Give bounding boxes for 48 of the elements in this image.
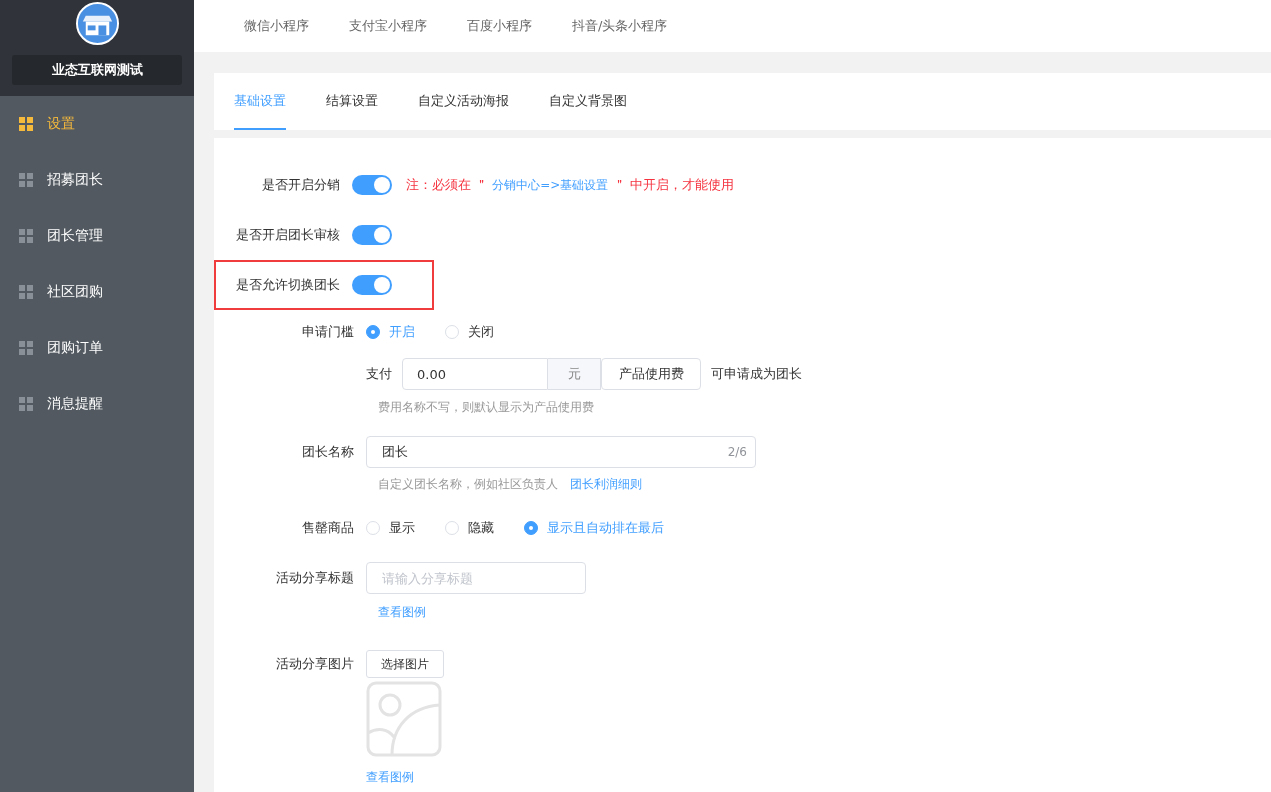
grid-icon xyxy=(19,341,33,355)
note-text: 注：必须在 ＂ 分销中心=>基础设置 ＂ 中开启，才能使用 xyxy=(406,176,734,194)
field-label: 是否允许切换团长 xyxy=(235,276,341,294)
toggle-switch[interactable] xyxy=(352,225,392,245)
pay-label: 支付 xyxy=(366,365,392,383)
settings-tab[interactable]: 自定义活动海报 xyxy=(418,73,509,130)
settings-tab[interactable]: 自定义背景图 xyxy=(549,73,627,130)
grid-icon xyxy=(19,117,33,131)
field-label: 活动分享图片 xyxy=(275,655,355,673)
sidebar-item[interactable]: 消息提醒 xyxy=(0,376,194,432)
sidebar-item[interactable]: 团长管理 xyxy=(0,208,194,264)
char-counter: 2/6 xyxy=(727,445,747,459)
radio-option[interactable]: 隐藏 xyxy=(445,519,494,537)
field-label: 售罄商品 xyxy=(301,519,355,537)
sidebar-item[interactable]: 设置 xyxy=(0,96,194,152)
field-label: 是否开启分销 xyxy=(261,176,341,194)
grid-icon xyxy=(19,229,33,243)
field-label: 是否开启团长审核 xyxy=(235,226,341,244)
share-title-field[interactable]: 请输入分享标题 xyxy=(366,562,586,594)
toggle-switch[interactable] xyxy=(352,175,392,195)
field-label: 申请门槛 xyxy=(301,323,355,341)
amount-field[interactable]: 0.00 xyxy=(402,358,548,390)
radio-option[interactable]: 关闭 xyxy=(445,323,494,341)
apply-text: 可申请成为团长 xyxy=(711,365,802,383)
grid-icon xyxy=(19,285,33,299)
store-logo-icon xyxy=(75,2,119,45)
hint-text: 自定义团长名称，例如社区负责人 xyxy=(378,476,558,493)
grid-icon xyxy=(19,397,33,411)
unit-addon: 元 xyxy=(548,358,601,390)
image-placeholder-icon xyxy=(366,681,442,757)
toggle-switch[interactable] xyxy=(352,275,392,295)
hint-text: 费用名称不写，则默认显示为产品使用费 xyxy=(378,399,595,416)
sidebar-item[interactable]: 团购订单 xyxy=(0,320,194,376)
grid-icon xyxy=(19,173,33,187)
leader-name-field[interactable]: 团长 2/6 xyxy=(366,436,756,468)
field-label: 团长名称 xyxy=(301,443,355,461)
choose-image-button[interactable]: 选择图片 xyxy=(366,650,444,678)
platform-tab[interactable]: 支付宝小程序 xyxy=(349,17,427,35)
sidebar-item[interactable]: 招募团长 xyxy=(0,152,194,208)
sidebar-item[interactable]: 社区团购 xyxy=(0,264,194,320)
radio-option[interactable]: 显示 xyxy=(366,519,415,537)
platform-tab[interactable]: 微信小程序 xyxy=(244,17,309,35)
shop-name: 业态互联网测试 xyxy=(12,55,182,85)
platform-tab[interactable]: 百度小程序 xyxy=(467,17,532,35)
settings-tab[interactable]: 结算设置 xyxy=(326,73,378,130)
field-label: 活动分享标题 xyxy=(275,569,355,587)
fee-name-field[interactable]: 产品使用费 xyxy=(601,358,701,390)
platform-tab[interactable]: 抖音/头条小程序 xyxy=(572,17,668,35)
